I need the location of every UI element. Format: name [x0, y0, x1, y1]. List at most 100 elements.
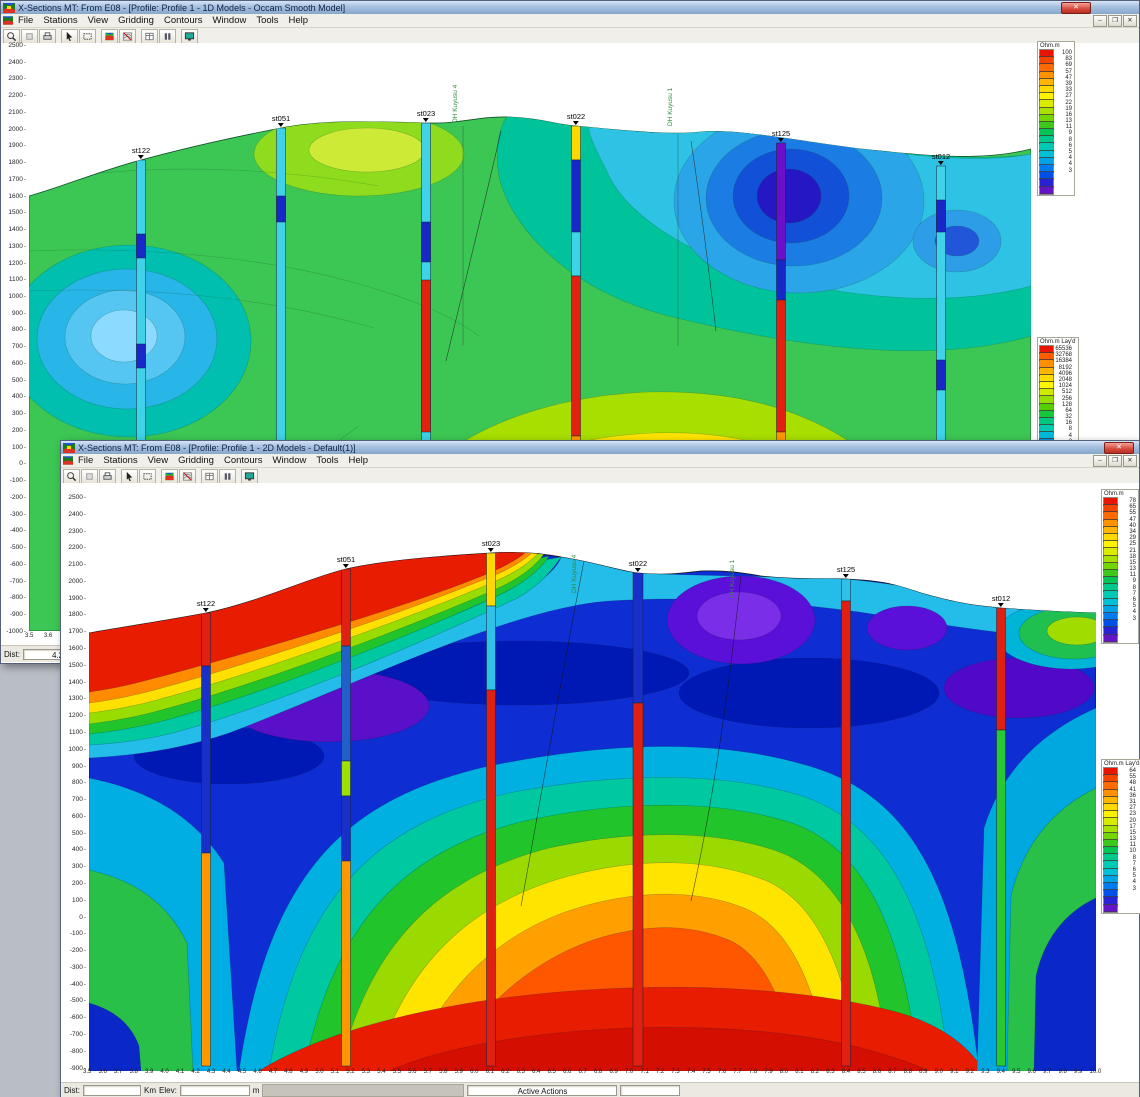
dist-label: Dist: — [64, 1086, 80, 1095]
x-axis-distance-2d: 3.53.63.73.83.94.04.14.24.34.44.54.64.74… — [83, 1069, 1102, 1075]
station-marker: st051 — [337, 556, 355, 568]
menu-contours[interactable]: Contours — [219, 455, 268, 466]
active-actions-field[interactable]: Active Actions — [467, 1085, 617, 1096]
menu-window[interactable]: Window — [208, 15, 252, 26]
desktop: X-Sections MT: From E08 - [Profile: Prof… — [0, 0, 1140, 1097]
contour-lines-icon[interactable] — [119, 29, 136, 44]
menu-file[interactable]: File — [13, 15, 38, 26]
station-triangle-icon — [938, 161, 944, 165]
titlebar-1d[interactable]: X-Sections MT: From E08 - [Profile: Prof… — [1, 1, 1139, 14]
zoom-icon[interactable] — [63, 469, 80, 484]
menu-contours[interactable]: Contours — [159, 15, 208, 26]
grid-table-icon[interactable] — [141, 29, 158, 44]
menu-help[interactable]: Help — [284, 15, 314, 26]
menu-view[interactable]: View — [83, 15, 113, 26]
menu-file[interactable]: File — [73, 455, 98, 466]
child-restore-button[interactable]: ❐ — [1108, 455, 1122, 467]
marquee-select-icon[interactable] — [79, 29, 96, 44]
grid-table-icon[interactable] — [201, 469, 218, 484]
menu-stations[interactable]: Stations — [98, 455, 142, 466]
mdi-child-icon — [63, 456, 73, 465]
well-st012 — [997, 608, 1006, 1066]
window-title: X-Sections MT: From E08 - [Profile: Prof… — [18, 3, 1058, 13]
station-triangle-icon — [278, 123, 284, 127]
child-close-button[interactable]: ✕ — [1123, 455, 1137, 467]
menu-stations[interactable]: Stations — [38, 15, 82, 26]
menubar-1d: File Stations View Gridding Contours Win… — [1, 14, 1139, 28]
app-icon — [3, 3, 15, 13]
y-axis-elevation-1d: 2500240023002200210020001900180017001600… — [1, 42, 26, 635]
station-marker: st125 — [837, 566, 855, 578]
child-restore-button[interactable]: ❐ — [1108, 15, 1122, 27]
menu-help[interactable]: Help — [344, 455, 374, 466]
contour-lines-icon[interactable] — [179, 469, 196, 484]
elev-value-field[interactable] — [180, 1085, 250, 1096]
colorbar-ohm-m-layered-2d: Ohm.m Lay'd 6455484136312723201715131110… — [1101, 759, 1140, 914]
station-triangle-icon — [635, 568, 641, 572]
station-triangle-icon — [778, 138, 784, 142]
y-axis-elevation-2d: 2500240023002200210020001900180017001600… — [61, 494, 86, 1072]
print-icon[interactable] — [39, 29, 56, 44]
contour-fill-icon[interactable] — [101, 29, 118, 44]
titlebar-2d[interactable]: X-Sections MT: From E08 - [Profile: Prof… — [61, 441, 1139, 454]
station-marker: st122 — [132, 147, 150, 159]
well-st023 — [487, 553, 496, 1066]
station-marker: st125 — [772, 130, 790, 142]
display-icon[interactable] — [181, 29, 198, 44]
menu-gridding[interactable]: Gridding — [173, 455, 219, 466]
colorbar-ohm-m-2d: Ohm.m 786555474034292521181513119876543 — [1101, 489, 1139, 644]
borehole-label: DH Kuyusu 4 — [452, 85, 459, 123]
columns-icon[interactable] — [159, 29, 176, 44]
extra-status-field — [620, 1085, 680, 1096]
columns-icon[interactable] — [219, 469, 236, 484]
station-marker: st023 — [482, 540, 500, 552]
well-st122 — [202, 613, 211, 1066]
child-minimize-button[interactable]: – — [1093, 455, 1107, 467]
print-icon[interactable] — [99, 469, 116, 484]
station-marker: st023 — [417, 110, 435, 122]
elev-label: Elev: — [159, 1086, 177, 1095]
menu-window[interactable]: Window — [268, 455, 312, 466]
app-icon — [63, 443, 75, 453]
statusbar-2d: Dist: Km Elev: m Active Actions — [61, 1082, 1139, 1097]
station-triangle-icon — [488, 548, 494, 552]
station-triangle-icon — [843, 574, 849, 578]
dist-unit: Km — [144, 1086, 156, 1095]
station-triangle-icon — [423, 118, 429, 122]
mdi-child-icon — [3, 16, 13, 25]
well-st125 — [842, 579, 851, 1066]
marquee-select-icon[interactable] — [139, 469, 156, 484]
dist-label: Dist: — [4, 650, 20, 659]
dist-value-field[interactable] — [83, 1085, 141, 1096]
borehole-label: DH Kuyusu 1 — [729, 560, 736, 598]
station-triangle-icon — [343, 564, 349, 568]
station-triangle-icon — [998, 603, 1004, 607]
station-triangle-icon — [203, 608, 209, 612]
display-icon[interactable] — [241, 469, 258, 484]
close-button[interactable]: ✕ — [1104, 442, 1134, 454]
menu-tools[interactable]: Tools — [311, 455, 343, 466]
child-minimize-button[interactable]: – — [1093, 15, 1107, 27]
contour-fill-icon[interactable] — [161, 469, 178, 484]
station-triangle-icon — [138, 155, 144, 159]
close-button[interactable]: ✕ — [1061, 2, 1091, 14]
pan-icon[interactable] — [81, 469, 98, 484]
pointer-icon[interactable] — [61, 29, 78, 44]
cross-section-plot-2d[interactable] — [89, 498, 1096, 1071]
elev-unit: m — [253, 1086, 260, 1095]
child-close-button[interactable]: ✕ — [1123, 15, 1137, 27]
station-marker: st012 — [992, 595, 1010, 607]
menu-tools[interactable]: Tools — [251, 15, 283, 26]
borehole-label: DH Kuyusu 1 — [667, 88, 674, 126]
station-marker: st022 — [629, 560, 647, 572]
borehole-label: DH Kuyusu 4 — [571, 555, 578, 593]
station-marker: st122 — [197, 600, 215, 612]
menu-gridding[interactable]: Gridding — [113, 15, 159, 26]
menubar-2d: File Stations View Gridding Contours Win… — [61, 454, 1139, 468]
station-triangle-icon — [573, 121, 579, 125]
pointer-icon[interactable] — [121, 469, 138, 484]
station-marker: st022 — [567, 113, 585, 125]
menu-view[interactable]: View — [143, 455, 173, 466]
colorbar-ohm-m-1d: Ohm.m 1008369574739332722191613119865443 — [1037, 41, 1075, 196]
window-title: X-Sections MT: From E08 - [Profile: Prof… — [78, 443, 1101, 453]
